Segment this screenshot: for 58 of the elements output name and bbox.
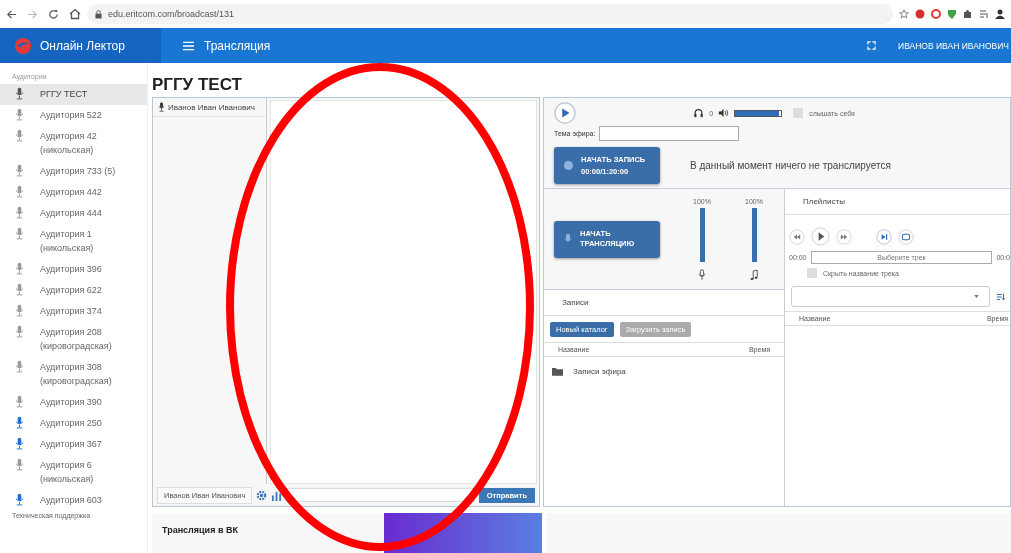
volume-slider[interactable] <box>734 109 783 117</box>
caret-icon <box>974 295 979 298</box>
auditorium-item[interactable]: РГГУ ТЕСТ <box>0 84 147 105</box>
message-input[interactable] <box>286 488 475 502</box>
auditorium-item[interactable]: Аудитория 390 <box>0 392 147 413</box>
menu-icon[interactable] <box>183 40 194 51</box>
home-icon[interactable] <box>69 8 81 20</box>
auditorium-item[interactable]: Аудитория 733 (5) <box>0 161 147 182</box>
page-title: РГГУ ТЕСТ <box>152 74 243 96</box>
speaker-icon <box>718 108 730 118</box>
playlist-add-icon[interactable] <box>996 291 1006 302</box>
auditorium-item[interactable]: Аудитория 444 <box>0 203 147 224</box>
microphone-icon <box>158 102 165 112</box>
lock-icon <box>95 9 102 19</box>
play-button[interactable] <box>554 102 576 124</box>
brand-name[interactable]: Онлайн Лектор <box>40 38 125 53</box>
broadcast-status: В данный момент ничего не транслируется <box>690 160 891 171</box>
auditorium-item[interactable]: Аудитория 42 (никольская) <box>0 126 147 161</box>
star-icon[interactable] <box>899 9 909 19</box>
page-section-title: Трансляция <box>204 38 271 53</box>
auditorium-item[interactable]: Аудитория 208 (кировоградская) <box>0 322 147 357</box>
auditorium-item[interactable]: Аудитория 308 (кировоградская) <box>0 357 147 392</box>
music-note-icon[interactable] <box>750 268 758 281</box>
auditorium-item[interactable]: Аудитория 603 <box>0 490 147 511</box>
settings-icon[interactable] <box>256 489 268 501</box>
auditorium-item[interactable]: Аудитория 374 <box>0 301 147 322</box>
play-button[interactable] <box>811 227 830 246</box>
auditorium-item[interactable]: Аудитория 622 <box>0 280 147 301</box>
rewind-button[interactable] <box>789 228 805 245</box>
section-heading: Трансляция в ВК <box>162 525 238 535</box>
profile-icon[interactable] <box>995 9 1005 19</box>
user-name[interactable]: ИВАНОВ ИВАН ИВАНОВИЧ <box>898 40 1009 51</box>
reload-icon[interactable] <box>48 8 59 20</box>
shield-icon[interactable] <box>947 9 957 19</box>
microphone-icon[interactable] <box>698 268 706 281</box>
auditorium-item[interactable]: Аудитория 396 <box>0 259 147 280</box>
folder-name[interactable]: Записи эфира <box>573 367 626 376</box>
auditorium-item[interactable]: Аудитория 250 <box>0 413 147 434</box>
auditorium-item[interactable]: Аудитория 367 <box>0 434 147 455</box>
auditorium-item[interactable]: Аудитория 6 (никольская) <box>0 455 147 490</box>
hear-self-checkbox[interactable] <box>793 108 804 118</box>
hide-track-name-checkbox[interactable] <box>807 268 817 278</box>
back-icon[interactable] <box>6 8 17 20</box>
fast-forward-button[interactable] <box>836 228 852 245</box>
address-bar[interactable]: edu.eritcom.com/broadcast/131 <box>87 4 893 24</box>
repeat-button[interactable] <box>898 228 914 245</box>
playlist-icon[interactable] <box>979 9 989 19</box>
folder-icon <box>552 367 563 376</box>
participant-item[interactable]: Иванов Иван Иванович <box>153 98 266 117</box>
headphones-icon <box>693 108 705 118</box>
bar-chart-icon[interactable] <box>271 489 283 501</box>
auditorium-item[interactable]: Аудитория 442 <box>0 182 147 203</box>
puzzle-icon[interactable] <box>963 9 973 19</box>
topic-input[interactable] <box>599 126 740 141</box>
fullscreen-icon[interactable] <box>867 41 876 50</box>
auditorium-item[interactable]: Аудитория 522 <box>0 105 147 126</box>
next-track-button[interactable] <box>876 228 892 245</box>
auditorium-item[interactable]: Аудитория 1 (никольская) <box>0 224 147 259</box>
